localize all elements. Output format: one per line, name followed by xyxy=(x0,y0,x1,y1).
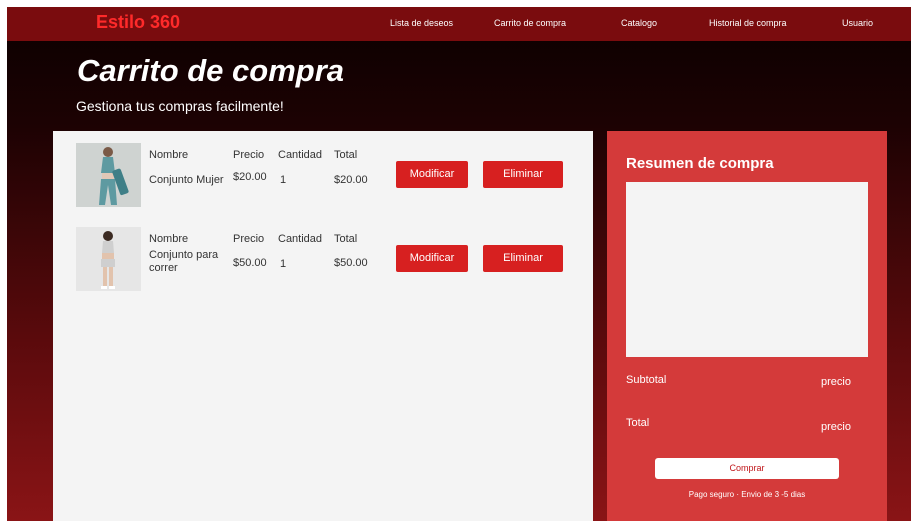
product-image xyxy=(76,143,141,207)
delete-button[interactable]: Eliminar xyxy=(483,161,563,188)
buy-button[interactable]: Comprar xyxy=(655,458,839,479)
summary-title: Resumen de compra xyxy=(626,155,774,172)
price-label: Precio xyxy=(233,233,265,245)
product-quantity: 1 xyxy=(280,174,287,186)
total-label: Total xyxy=(626,417,650,429)
product-price: $50.00 xyxy=(233,257,267,269)
modify-button[interactable]: Modificar xyxy=(396,161,468,188)
name-label: Nombre xyxy=(149,149,189,161)
secure-payment-note: Pago seguro · Envio de 3 -5 dias xyxy=(688,490,806,499)
page-title: Carrito de compra xyxy=(77,53,345,88)
total-value: precio xyxy=(821,421,851,433)
cart-item: Nombre Conjunto Mujer Precio $20.00 Cant… xyxy=(53,131,593,207)
price-label: Precio xyxy=(233,149,265,161)
woman-running-outfit-image xyxy=(76,227,141,291)
delete-button[interactable]: Eliminar xyxy=(483,245,563,272)
subtotal-value: precio xyxy=(821,376,851,388)
nav-link-user[interactable]: Usuario xyxy=(842,18,873,28)
nav-link-catalog[interactable]: Catalogo xyxy=(621,18,657,28)
page-subtitle: Gestiona tus compras facilmente! xyxy=(76,98,284,114)
quantity-label: Cantidad xyxy=(278,233,323,245)
product-image xyxy=(76,227,141,291)
page-frame: Estilo 360 Lista de deseos Carrito de co… xyxy=(7,7,911,521)
order-summary-panel: Resumen de compra Subtotal precio Total … xyxy=(607,131,887,521)
product-name: Conjunto para correr xyxy=(149,249,219,274)
product-total: $20.00 xyxy=(334,174,368,186)
total-label: Total xyxy=(334,149,358,161)
brand-logo[interactable]: Estilo 360 xyxy=(96,12,180,33)
total-label: Total xyxy=(334,233,358,245)
quantity-label: Cantidad xyxy=(278,149,323,161)
product-name: Conjunto Mujer xyxy=(149,174,224,186)
summary-items-box xyxy=(626,182,868,357)
nav-link-history[interactable]: Historial de compra xyxy=(709,18,787,28)
name-label: Nombre xyxy=(149,233,189,245)
nav-link-cart[interactable]: Carrito de compra xyxy=(494,18,566,28)
nav-link-wishlist[interactable]: Lista de deseos xyxy=(390,18,453,28)
navbar: Estilo 360 Lista de deseos Carrito de co… xyxy=(7,7,911,41)
modify-button[interactable]: Modificar xyxy=(396,245,468,272)
woman-athletic-outfit-image xyxy=(76,143,141,207)
cart-panel: Nombre Conjunto Mujer Precio $20.00 Cant… xyxy=(53,131,593,521)
product-price: $20.00 xyxy=(233,171,267,183)
product-quantity: 1 xyxy=(280,258,287,270)
product-total: $50.00 xyxy=(334,257,368,269)
cart-item: Nombre Conjunto para correr Precio $50.0… xyxy=(53,215,593,291)
subtotal-label: Subtotal xyxy=(626,374,667,386)
